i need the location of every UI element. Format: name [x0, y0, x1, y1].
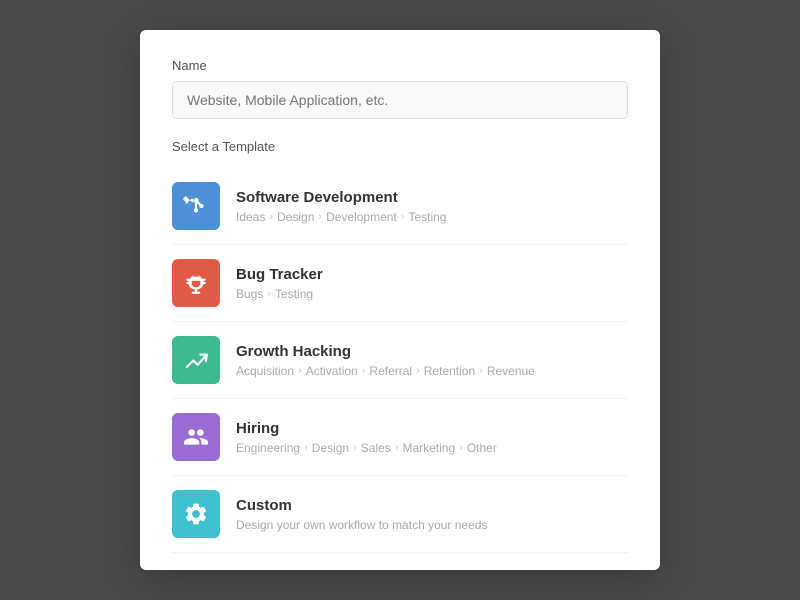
template-info: HiringEngineering›Design›Sales›Marketing…: [236, 420, 497, 455]
people-icon: [172, 413, 220, 461]
template-stages: Bugs › Testing: [236, 287, 323, 301]
stage-label: Activation: [306, 364, 358, 378]
template-item-bug-tracker[interactable]: Bug Tracker Bugs › Testing: [172, 245, 628, 322]
stage-separator: ›: [269, 211, 273, 223]
template-stages: Engineering›Design›Sales›Marketing›Other: [236, 441, 497, 455]
stage-label: Other: [467, 441, 497, 455]
stage-label: Bugs: [236, 287, 263, 301]
bug-icon: [172, 259, 220, 307]
template-info: Custom Design your own workflow to match …: [236, 497, 487, 532]
stage-label: Referral: [369, 364, 412, 378]
create-project-modal: Name Select a Template Software Developm…: [140, 30, 660, 570]
project-name-input[interactable]: [172, 81, 628, 119]
stage-separator: ›: [318, 211, 322, 223]
template-list: Software Development Ideas › Design › Develop…: [172, 168, 628, 553]
template-name: Software Development: [236, 189, 446, 206]
stage-separator: ›: [416, 365, 420, 377]
template-name: Growth Hacking: [236, 343, 535, 360]
stage-separator: ›: [479, 365, 483, 377]
template-name: Custom: [236, 497, 487, 514]
settings-icon: [172, 490, 220, 538]
stage-label: Marketing: [402, 441, 455, 455]
template-item-hiring[interactable]: HiringEngineering›Design›Sales›Marketing…: [172, 399, 628, 476]
footer-note: You can customize all templates later fr…: [172, 569, 628, 570]
template-item-growth-hacking[interactable]: Growth HackingAcquisition›Activation›Ref…: [172, 322, 628, 399]
stage-separator: ›: [362, 365, 366, 377]
template-stages: Acquisition›Activation›Referral›Retentio…: [236, 364, 535, 378]
template-stages: Design your own workflow to match your n…: [236, 518, 487, 532]
stage-label: Sales: [361, 441, 391, 455]
template-stages: Ideas›Design›Development›Testing: [236, 210, 446, 224]
template-section-label: Select a Template: [172, 139, 628, 154]
stage-label: Testing: [275, 287, 313, 301]
template-name: Hiring: [236, 420, 497, 437]
template-info: Growth HackingAcquisition›Activation›Ref…: [236, 343, 535, 378]
template-item-software-dev[interactable]: Software Development Ideas › Design › Develop…: [172, 168, 628, 245]
template-info: Software Development Ideas › Design › Develop…: [236, 189, 446, 224]
name-label: Name: [172, 58, 628, 73]
stage-label: Design: [277, 210, 314, 224]
stage-separator: ›: [353, 442, 357, 454]
stage-label: Development: [326, 210, 397, 224]
git-icon: [172, 182, 220, 230]
template-item-custom[interactable]: Custom Design your own workflow to match …: [172, 476, 628, 553]
stage-separator: ›: [267, 288, 271, 300]
stage-label: Testing: [408, 210, 446, 224]
stage-label: Revenue: [487, 364, 535, 378]
stage-separator: ›: [401, 211, 405, 223]
stage-separator: ›: [459, 442, 463, 454]
stage-separator: ›: [304, 442, 308, 454]
stage-label: Acquisition: [236, 364, 294, 378]
stage-label: Engineering: [236, 441, 300, 455]
stage-label: Design: [312, 441, 349, 455]
template-name: Bug Tracker: [236, 266, 323, 283]
stage-separator: ›: [298, 365, 302, 377]
stage-label: Ideas: [236, 210, 265, 224]
stage-label: Retention: [424, 364, 475, 378]
chart-icon: [172, 336, 220, 384]
stage-separator: ›: [395, 442, 399, 454]
template-info: Bug Tracker Bugs › Testing: [236, 266, 323, 301]
